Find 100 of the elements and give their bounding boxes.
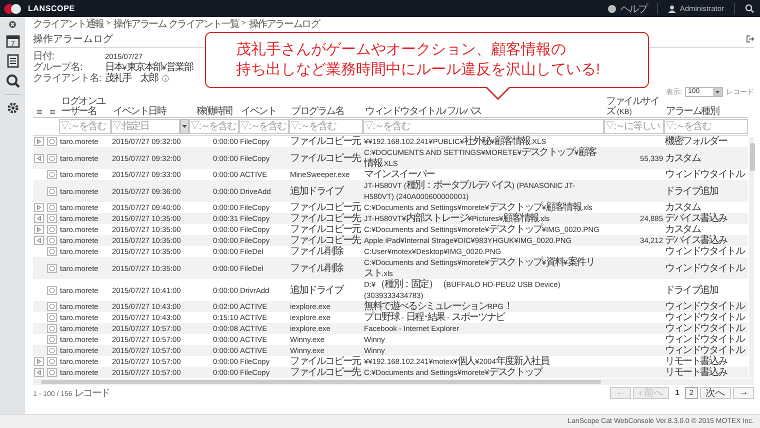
table-cell: ファイルコピー先 <box>290 154 360 162</box>
table-cell: ウィンドウタイトル <box>665 346 744 355</box>
table-cell: ファイルコピー先 <box>290 236 360 245</box>
table-cell: 機密フォルダー <box>665 137 727 146</box>
table-cell: ファイルコピー元 <box>290 203 360 212</box>
table-cell: ウィンドウタイトル <box>665 247 744 256</box>
next-page-button[interactable]: → <box>732 386 754 398</box>
table-cell: ウィンドウタイトル <box>665 264 744 272</box>
filter-field[interactable]: ▽:指定日 <box>111 119 180 134</box>
help-link[interactable]: ヘルプ <box>620 2 647 16</box>
log-detail-icon[interactable] <box>47 203 57 212</box>
table-cell: ファイルコピー元 <box>290 357 360 366</box>
incoming-arrow-icon[interactable] <box>34 154 44 162</box>
user-icon[interactable] <box>668 4 676 12</box>
log-detail-icon[interactable] <box>47 313 57 322</box>
column-header[interactable]: イベント <box>239 97 289 118</box>
column-header[interactable]: 稼働時間 <box>189 97 239 118</box>
log-detail-icon[interactable] <box>47 236 57 245</box>
table-cell: ドライブ追加 <box>665 286 718 294</box>
log-detail-icon[interactable] <box>47 225 57 234</box>
search-icon[interactable] <box>6 74 20 88</box>
filter-field[interactable]: ▽:～を含む <box>289 119 363 134</box>
incoming-arrow-icon[interactable] <box>34 368 44 377</box>
info-label: 日付: <box>33 51 55 62</box>
log-detail-icon[interactable] <box>47 357 57 366</box>
filter-field[interactable]: ▽:～を含む <box>59 119 111 134</box>
outgoing-arrow-icon[interactable] <box>34 137 44 146</box>
log-detail-icon[interactable] <box>47 186 57 196</box>
breadcrumb-link[interactable]: 操作アラーム クライアント一覧 <box>114 16 239 30</box>
table-cell: ファイルコピー先 <box>290 214 360 223</box>
table-cell: リモート書込み <box>665 357 727 366</box>
incoming-arrow-icon[interactable] <box>34 236 44 245</box>
caret-icon <box>713 88 722 96</box>
logo-text: LANSCOPE <box>28 4 75 13</box>
collapse-icon[interactable] <box>9 21 16 28</box>
log-detail-icon[interactable] <box>47 335 57 344</box>
log-detail-icon[interactable] <box>47 368 57 377</box>
outgoing-arrow-icon[interactable] <box>34 203 44 212</box>
log-detail-icon[interactable] <box>47 154 57 162</box>
export-icon[interactable] <box>746 34 754 42</box>
table-cell: 追加ドライブ <box>290 186 343 196</box>
settings-icon[interactable] <box>6 101 20 115</box>
table-cell: 追加ドライブ <box>290 286 343 294</box>
outgoing-arrow-icon[interactable] <box>34 357 44 366</box>
log-detail-icon[interactable] <box>47 286 57 294</box>
table-cell: リモート書込み <box>665 368 727 377</box>
table-cell: カスタム <box>665 203 700 212</box>
column-header[interactable]: プログラム名 <box>289 97 363 118</box>
help-icon[interactable] <box>608 4 616 12</box>
search-icon[interactable] <box>745 4 754 13</box>
horizontal-scrollbar[interactable] <box>33 379 754 385</box>
log-detail-icon[interactable] <box>47 214 57 223</box>
log-detail-icon[interactable] <box>47 170 57 179</box>
table-cell: ファイル削除 <box>290 247 343 256</box>
table-cell: カスタム <box>665 154 700 162</box>
table-cell: ファイルコピー先 <box>290 368 360 377</box>
column-header[interactable]: アラーム種別 <box>664 97 748 118</box>
filter-field[interactable]: ▽:～を含む <box>664 119 748 134</box>
info-value: 茂礼手 太郎 <box>105 73 158 84</box>
log-detail-icon[interactable] <box>47 137 57 146</box>
column-header[interactable]: イベント日時 <box>111 97 189 118</box>
table-cell: ファイルコピー元 <box>290 137 360 146</box>
breadcrumb-link[interactable]: クライアント通報 <box>33 16 104 30</box>
info-label: グループ名: <box>33 62 84 73</box>
table-cell: ウィンドウタイトル <box>665 324 744 333</box>
table-cell: ファイル削除 <box>290 264 343 272</box>
log-detail-icon[interactable] <box>47 247 57 256</box>
table-cell: ウィンドウタイトル <box>665 313 744 322</box>
dropdown-button[interactable] <box>180 119 189 134</box>
logo-icon <box>4 4 24 14</box>
column-menu-icon[interactable] <box>50 110 55 114</box>
column-header[interactable]: ログオンユーザー名 <box>59 97 111 118</box>
log-detail-icon[interactable] <box>47 324 57 333</box>
column-menu-icon[interactable] <box>37 110 42 114</box>
table-cell: デバイス書込み <box>665 236 727 245</box>
log-detail-icon[interactable] <box>47 346 57 355</box>
table-cell: ウィンドウタイトル <box>665 170 744 179</box>
table-cell: ドライブ追加 <box>665 186 718 196</box>
page-title: 操作アラームログ <box>33 32 113 46</box>
filter-field[interactable]: ▽:～を含む <box>363 119 604 134</box>
filter-field[interactable]: ▽:～に等しい <box>604 119 664 134</box>
info-label: クライアント名: <box>33 73 102 84</box>
breadcrumb-link[interactable]: 操作アラームログ <box>248 16 320 30</box>
log-detail-icon[interactable] <box>47 302 57 311</box>
table-cell: カスタム <box>665 225 700 234</box>
log-detail-icon[interactable] <box>47 264 57 272</box>
filter-field[interactable]: ▽:～を含む <box>189 119 239 134</box>
incoming-arrow-icon[interactable] <box>34 214 44 223</box>
table-cell: デバイス書込み <box>665 214 727 223</box>
info-icon[interactable] <box>162 75 169 82</box>
callout-text: 茂礼手さんがゲームやオークション、顧客情報の 持ち出しなど業務時間中にルール違反を沢山している! <box>236 40 600 80</box>
outgoing-arrow-icon[interactable] <box>34 225 44 234</box>
filter-field[interactable]: ▽:～を含む <box>239 119 289 134</box>
table-cell: ウィンドウタイトル <box>665 302 744 311</box>
table-cell: マインスイーパー <box>364 170 434 179</box>
document-icon[interactable] <box>6 54 18 68</box>
table-cell: ファイルコピー元 <box>290 225 360 234</box>
next-page-button[interactable]: 次へ <box>700 386 730 398</box>
table-cell: ウィンドウタイトル <box>665 335 744 344</box>
vertical-scrollbar[interactable] <box>749 137 754 378</box>
